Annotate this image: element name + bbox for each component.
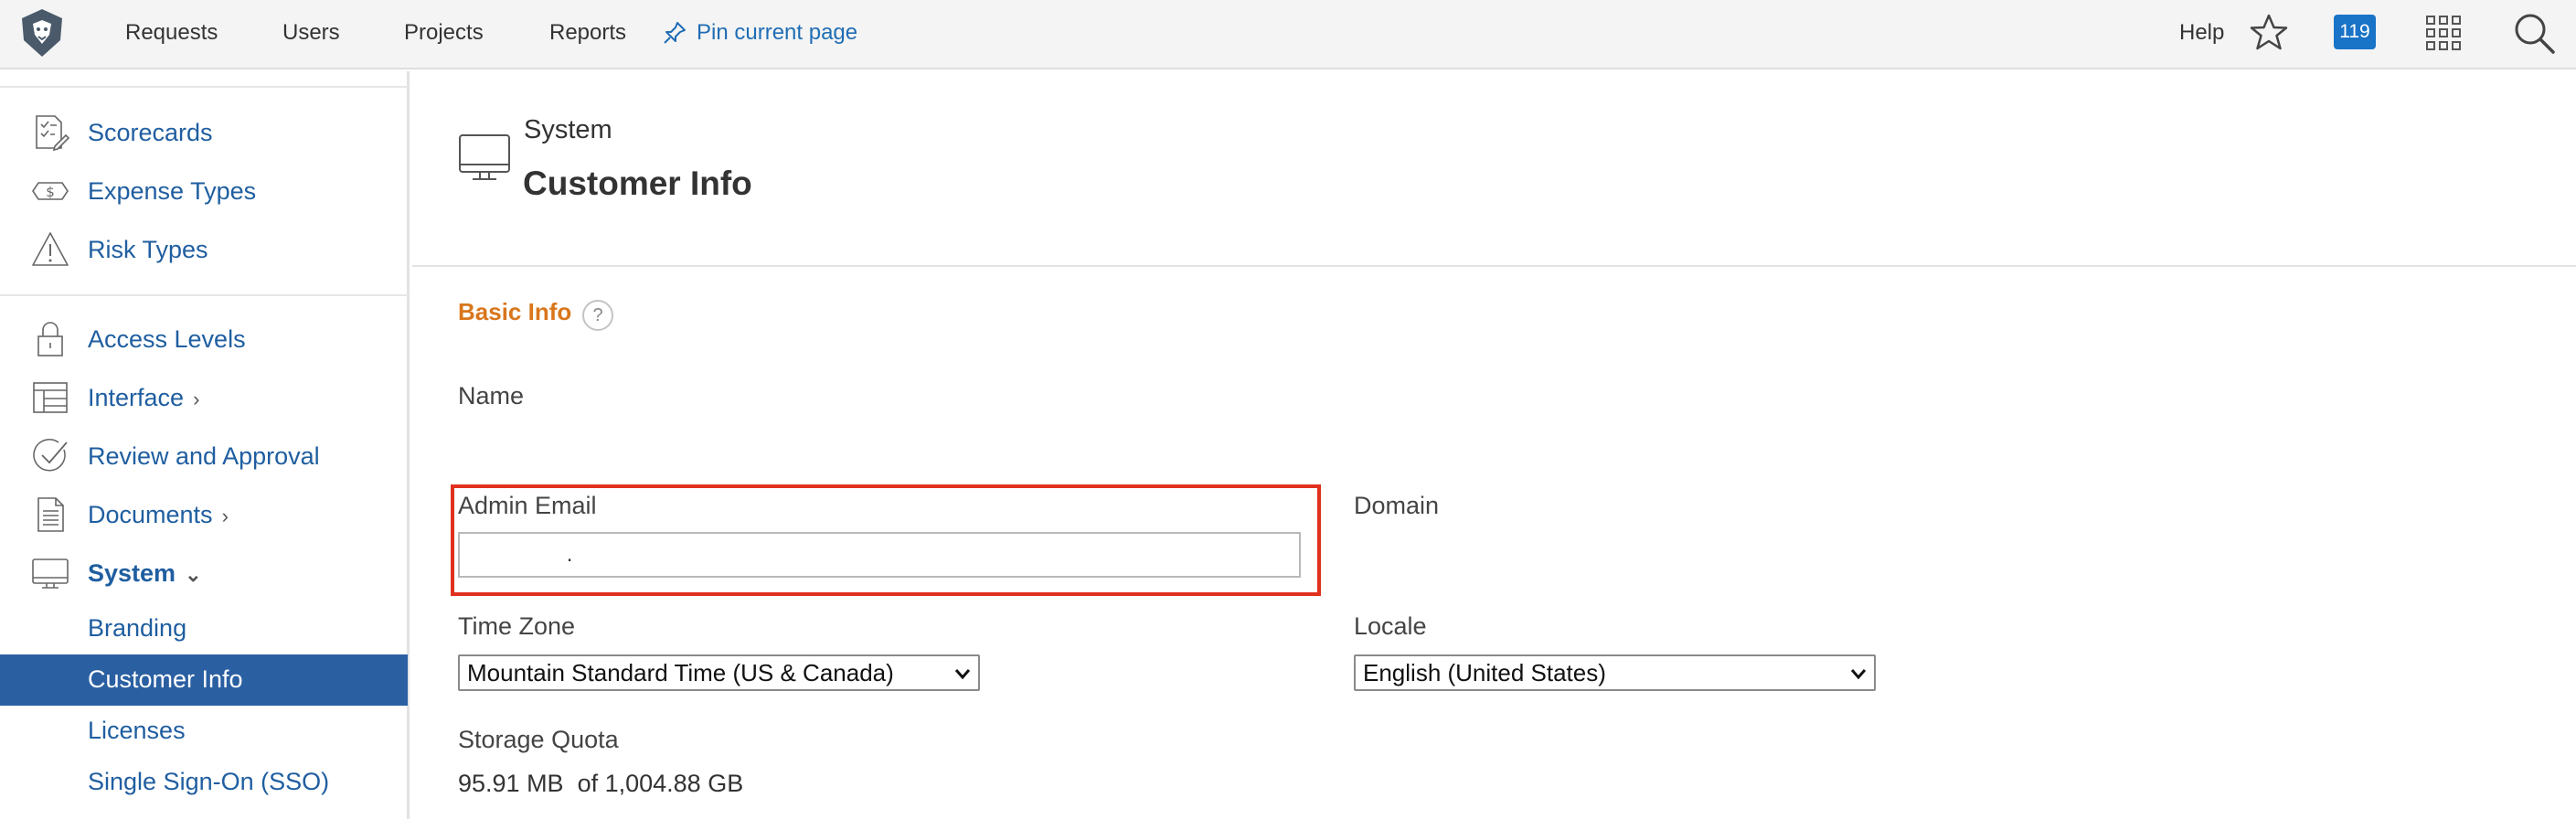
scorecard-icon xyxy=(36,115,69,152)
sidebar: Scorecards $ Expense Types Risk Types Ac… xyxy=(0,71,410,819)
lion-logo-icon[interactable] xyxy=(18,7,66,58)
storage-quota-label: Storage Quota xyxy=(458,726,619,753)
svg-text:$: $ xyxy=(46,184,55,200)
chevron-down-icon: ⌄ xyxy=(185,562,202,586)
breadcrumb[interactable]: System xyxy=(524,115,612,145)
sidebar-item-scorecards[interactable]: Scorecards xyxy=(0,107,410,158)
domain-label: Domain xyxy=(1354,492,1440,519)
nav-requests[interactable]: Requests xyxy=(125,20,218,46)
nav-users[interactable]: Users xyxy=(282,20,340,46)
sidebar-item-text: Interface xyxy=(88,383,185,411)
pin-current-page-link[interactable]: Pin current page xyxy=(662,20,857,46)
sidebar-item-interface[interactable]: Interface › xyxy=(0,372,410,423)
warning-icon xyxy=(32,232,69,266)
chevron-right-icon: › xyxy=(193,387,200,410)
chevron-right-icon: › xyxy=(221,504,229,527)
document-icon xyxy=(37,497,64,532)
sidebar-item-label: Documents › xyxy=(88,501,229,529)
pin-icon xyxy=(664,22,686,44)
sidebar-item-review-and-approval[interactable]: Review and Approval xyxy=(0,431,410,482)
sidebar-item-label: Expense Types xyxy=(88,176,257,205)
sidebar-item-access-levels[interactable]: Access Levels xyxy=(0,314,410,365)
nav-projects[interactable]: Projects xyxy=(404,20,484,46)
header-divider xyxy=(412,265,2576,267)
pin-label: Pin current page xyxy=(697,20,858,45)
main-content: System Customer Info Basic Info ? Name A… xyxy=(412,71,2576,819)
sidebar-item-expense-types[interactable]: $ Expense Types xyxy=(0,165,410,217)
timezone-value: Mountain Standard Time (US & Canada) xyxy=(467,658,894,686)
name-label: Name xyxy=(458,382,525,410)
notification-badge[interactable]: 119 xyxy=(2334,15,2376,49)
admin-email-label: Admin Email xyxy=(458,492,597,519)
sidebar-item-label: Review and Approval xyxy=(88,441,320,470)
layout-icon xyxy=(33,382,68,413)
locale-select[interactable]: English (United States) xyxy=(1354,654,1876,691)
timezone-label: Time Zone xyxy=(458,612,576,640)
sidebar-item-system[interactable]: System ⌄ xyxy=(0,548,410,599)
sidebar-item-label: Scorecards xyxy=(88,118,213,146)
sidebar-subitem-customer-info[interactable]: Customer Info xyxy=(0,654,408,706)
section-title-basic-info: Basic Info xyxy=(458,298,572,325)
sidebar-item-label: Interface › xyxy=(88,384,199,412)
admin-email-field[interactable] xyxy=(458,532,1301,578)
nav-reports[interactable]: Reports xyxy=(549,20,626,46)
help-link[interactable]: Help xyxy=(2179,20,2224,46)
lock-icon xyxy=(37,322,63,356)
money-icon: $ xyxy=(32,182,69,200)
locale-label: Locale xyxy=(1354,612,1427,640)
monitor-icon xyxy=(32,558,69,589)
chevron-down-icon xyxy=(1850,669,1867,680)
sidebar-divider xyxy=(0,294,410,296)
star-icon[interactable] xyxy=(2249,13,2289,53)
sidebar-item-label: Risk Types xyxy=(88,235,208,263)
chevron-down-icon xyxy=(954,669,971,680)
help-icon[interactable]: ? xyxy=(582,300,613,331)
sidebar-subitem-branding[interactable]: Branding xyxy=(88,614,186,643)
apps-grid-icon[interactable] xyxy=(2425,15,2462,51)
monitor-icon xyxy=(459,134,510,180)
top-bar: Requests Users Projects Reports Pin curr… xyxy=(0,0,2576,69)
sidebar-item-text: System xyxy=(88,558,176,587)
search-icon[interactable] xyxy=(2512,11,2556,55)
sidebar-item-documents[interactable]: Documents › xyxy=(0,489,410,540)
sidebar-subitem-licenses[interactable]: Licenses xyxy=(88,717,186,745)
sidebar-item-risk-types[interactable]: Risk Types xyxy=(0,224,410,275)
sidebar-item-text: Documents xyxy=(88,500,213,528)
checkmark-circle-icon xyxy=(33,438,68,472)
sidebar-subitem-label: Customer Info xyxy=(88,665,243,693)
page-title: Customer Info xyxy=(523,165,752,202)
sidebar-subitem-sso[interactable]: Single Sign-On (SSO) xyxy=(88,768,329,796)
timezone-select[interactable]: Mountain Standard Time (US & Canada) xyxy=(458,654,980,691)
sidebar-item-label: System ⌄ xyxy=(88,559,202,588)
sidebar-item-label: Access Levels xyxy=(88,324,246,353)
sidebar-divider xyxy=(0,86,410,88)
storage-quota-value: 95.91 MB of 1,004.88 GB xyxy=(458,770,744,797)
locale-value: English (United States) xyxy=(1363,658,1606,686)
